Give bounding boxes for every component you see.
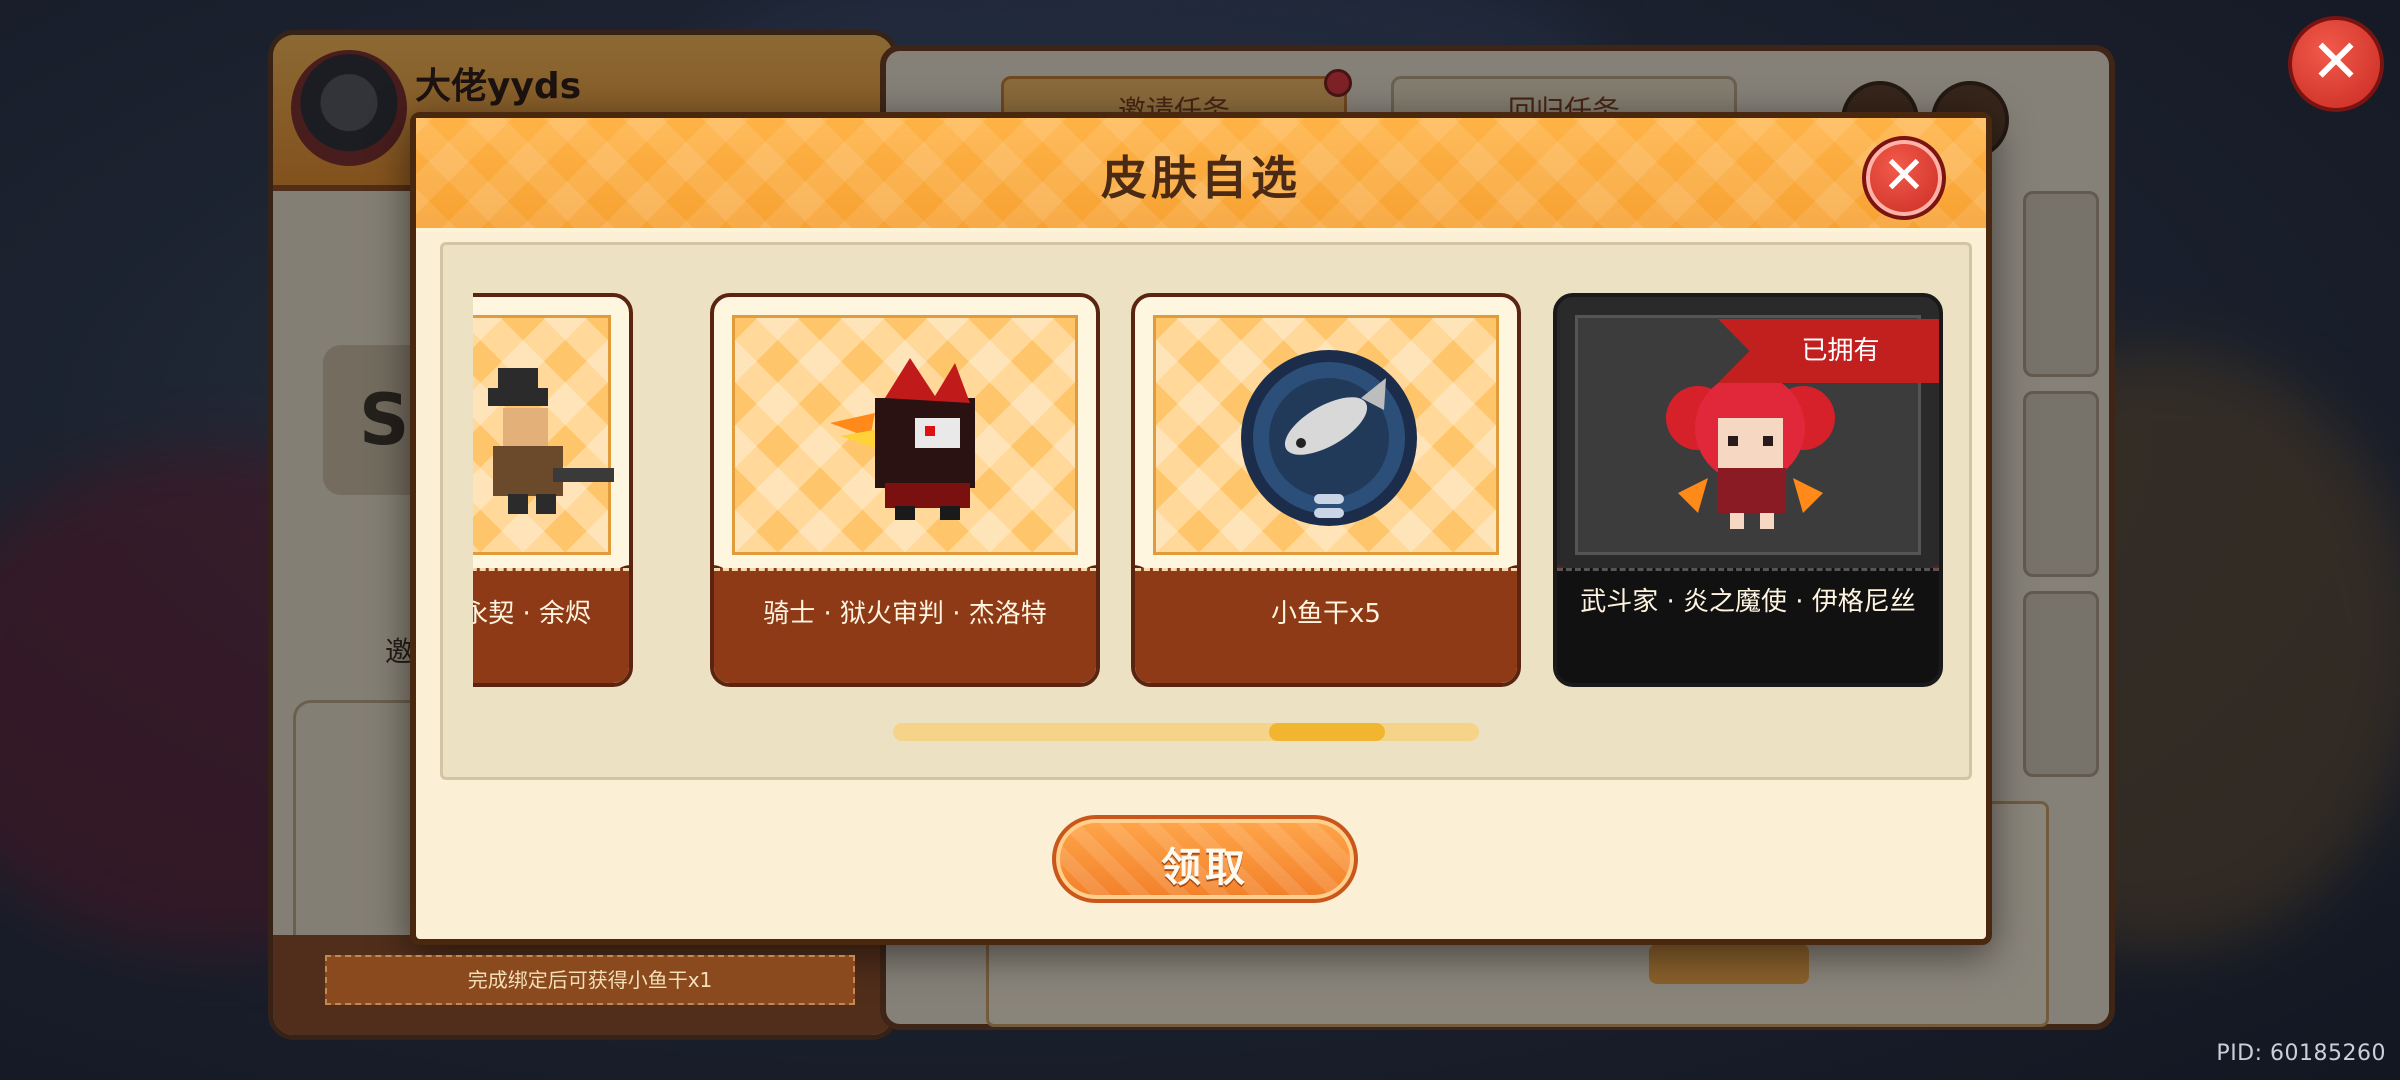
close-icon[interactable]: ✕ xyxy=(2288,16,2384,112)
horizontal-scrollbar[interactable] xyxy=(893,723,1479,741)
skin-image xyxy=(473,315,614,555)
skin-card[interactable]: 械永契 · 余烬 xyxy=(473,293,633,687)
skin-name: 械永契 · 余烬 xyxy=(473,599,591,629)
gunslinger-sprite xyxy=(488,368,614,514)
skin-card-owned[interactable]: 已拥有 武斗家 · 炎之魔使 · 伊格尼丝 xyxy=(1553,293,1943,687)
player-id: PID: 60185260 xyxy=(2216,1041,2386,1066)
skin-card[interactable]: 骑士 · 狱火审判 · 杰洛特 xyxy=(710,293,1100,687)
card-footer: 小鱼干x5 xyxy=(1135,568,1517,683)
card-footer: 械永契 · 余烬 xyxy=(473,568,629,683)
close-icon[interactable]: ✕ xyxy=(1862,136,1946,220)
skin-name: 小鱼干x5 xyxy=(1271,599,1381,629)
scrollbar-thumb[interactable] xyxy=(1269,723,1385,741)
skin-name: 骑士 · 狱火审判 · 杰洛特 xyxy=(763,599,1047,629)
skin-image xyxy=(1153,315,1499,555)
knight-inferno-sprite xyxy=(830,358,975,520)
skin-card-list[interactable]: 械永契 · 余烬 xyxy=(473,293,1943,693)
claim-button-label: 领取 xyxy=(1161,845,1249,891)
card-footer: 武斗家 · 炎之魔使 · 伊格尼丝 xyxy=(1557,568,1939,683)
skin-name: 武斗家 · 炎之魔使 · 伊格尼丝 xyxy=(1580,587,1916,617)
skin-select-dialog: 皮肤自选 ✕ 契 · 余烬 骑士 · 狱火审判 · 杰洛特 小鱼干x5 已拥有 … xyxy=(410,112,1992,945)
skin-image xyxy=(732,315,1078,555)
dialog-header: 皮肤自选 ✕ xyxy=(416,118,1986,232)
claim-button[interactable]: 领取 xyxy=(1052,815,1358,903)
card-footer: 骑士 · 狱火审判 · 杰洛特 xyxy=(714,568,1096,683)
skin-list-area: 械永契 · 余烬 xyxy=(440,242,1972,780)
owned-badge: 已拥有 xyxy=(1718,319,1939,383)
fish-icon xyxy=(1241,350,1417,526)
dialog-title: 皮肤自选 xyxy=(1101,151,1301,205)
skin-card[interactable]: 小鱼干x5 xyxy=(1131,293,1521,687)
bind-reward-hint: 完成绑定后可获得小鱼干x1 xyxy=(325,955,855,1005)
